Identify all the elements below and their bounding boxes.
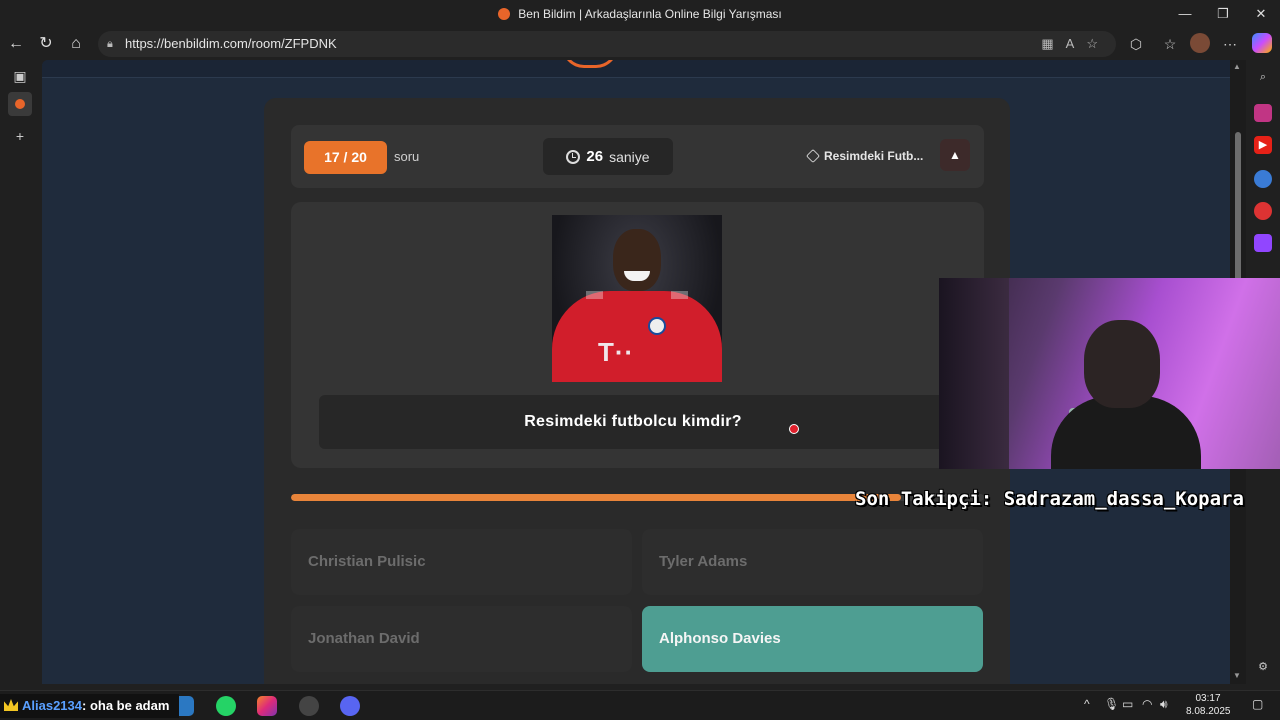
copilot-icon[interactable] [1252, 33, 1272, 53]
question-counter: 17 / 20 [304, 141, 387, 174]
clock-time: 03:17 [1195, 693, 1221, 704]
window-controls: — ❐ ✕ [1166, 0, 1280, 28]
battery-icon[interactable]: ▭ [1122, 697, 1133, 711]
discord-icon[interactable] [340, 696, 360, 716]
chevron-up-icon[interactable]: ^ [1084, 697, 1090, 711]
chat-overlay: Alias2134: oha be adam [0, 694, 180, 718]
new-tab-icon[interactable]: + [8, 124, 32, 148]
instagram-icon[interactable] [1254, 104, 1272, 122]
cam-streamer-head [1084, 320, 1160, 408]
answer-option-3[interactable]: Jonathan David [291, 606, 632, 672]
favorites-icon[interactable]: ☆ [1158, 32, 1182, 56]
address-bar[interactable]: 🔒︎ https://benbildim.com/room/ZFPDNK ▦A☆ [98, 31, 1116, 57]
browser-toolbar: ← ↻ ⌂ 🔒︎ https://benbildim.com/room/ZFPD… [0, 28, 1280, 60]
warning-icon: ▲ [949, 148, 961, 162]
tab-benbildim[interactable] [8, 92, 32, 116]
window-titlebar: Ben Bildim | Arkadaşlarınla Online Bilgi… [0, 0, 1280, 28]
read-aloud-icon[interactable]: A [1066, 36, 1087, 51]
question-image: T·· [552, 215, 722, 382]
tag-icon [805, 148, 821, 164]
category-text: Resimdeki Futb... [824, 149, 924, 163]
photo-jersey [552, 291, 722, 382]
question-panel: T·· Resimdeki futbolcu kimdir? [291, 202, 984, 468]
photo-crest [648, 317, 666, 335]
answer-label: Jonathan David [308, 630, 420, 647]
answer-option-2[interactable]: Tyler Adams [642, 529, 983, 595]
answer-label: Tyler Adams [659, 553, 748, 570]
last-follower-ticker: Son Takipçi: Sadrazam_dassa_Kopara [855, 488, 1244, 510]
cursor-icon [789, 424, 799, 434]
split-screen-icon[interactable]: ▦ [1041, 36, 1065, 51]
question-header: 17 / 20 soru 26 saniye Resimdeki Futb...… [291, 125, 984, 188]
address-bar-actions: ▦A☆ [1041, 31, 1110, 57]
site-logo [562, 60, 618, 68]
home-icon[interactable]: ⌂ [64, 32, 88, 56]
close-button[interactable]: ✕ [1242, 0, 1280, 28]
answer-label: Alphonso Davies [659, 630, 781, 647]
system-tray: ^ 🎙︎ ▭ ◠ 🔊︎ 03:17 8.08.2025 ▢ [1080, 690, 1280, 720]
wifi-icon[interactable]: ◠ [1142, 697, 1152, 711]
answer-label: Christian Pulisic [308, 553, 426, 570]
window-title: Ben Bildim | Arkadaşlarınla Online Bilgi… [518, 7, 782, 21]
time-progress-fill [291, 494, 901, 501]
instagram-icon[interactable] [257, 696, 277, 716]
minimize-button[interactable]: — [1166, 0, 1204, 28]
more-icon[interactable]: ⋯ [1218, 32, 1242, 56]
settings-icon[interactable]: ⚙ [1254, 658, 1272, 676]
photo-face [613, 229, 661, 291]
timer: 26 saniye [543, 138, 673, 175]
cam-background [939, 278, 1009, 469]
whatsapp-icon[interactable] [216, 696, 236, 716]
back-icon[interactable]: ← [4, 32, 28, 56]
question-text-box: Resimdeki futbolcu kimdir? [319, 395, 947, 449]
category-label: Resimdeki Futb... [805, 148, 924, 164]
clock-icon [566, 149, 581, 164]
notification-icon[interactable]: ▢ [1252, 697, 1263, 711]
scrollbar-thumb[interactable] [1235, 132, 1241, 282]
answer-option-1[interactable]: Christian Pulisic [291, 529, 632, 595]
maximize-button[interactable]: ❐ [1204, 0, 1242, 28]
profile-avatar[interactable] [1190, 33, 1210, 53]
refresh-icon[interactable]: ↻ [34, 32, 58, 56]
obs-icon[interactable] [299, 696, 319, 716]
mic-icon[interactable]: 🎙︎ [1104, 697, 1119, 711]
scroll-down-icon[interactable]: ▼ [1233, 671, 1241, 680]
tab-panel-icon[interactable]: ▣ [8, 64, 32, 88]
lock-icon: 🔒︎ [107, 38, 113, 50]
search-icon[interactable]: ⌕ [1254, 68, 1272, 86]
vertical-tabs-rail: ▣ + [0, 60, 40, 690]
photo-sponsor-logo: T·· [598, 337, 635, 367]
taskbar-clock[interactable]: 03:17 8.08.2025 [1186, 692, 1231, 718]
report-button[interactable]: ▲ [940, 139, 970, 171]
site-favicon [498, 8, 511, 20]
app-icon[interactable] [1254, 170, 1272, 188]
site-header [42, 60, 1230, 78]
record-icon[interactable] [1254, 202, 1272, 220]
answer-option-4-correct[interactable]: Alphonso Davies [642, 606, 983, 672]
question-word: soru [394, 149, 420, 164]
chat-username: Alias2134 [22, 698, 82, 713]
youtube-icon[interactable]: ▶ [1254, 136, 1272, 154]
question-text: Resimdeki futbolcu kimdir? [524, 413, 742, 430]
timer-unit: saniye [609, 148, 650, 165]
photo-jersey-stripes [552, 291, 722, 299]
webcam-overlay [939, 278, 1280, 469]
favorite-star-icon[interactable]: ☆ [1086, 36, 1110, 51]
timer-value: 26 [586, 148, 604, 165]
url-text: https://benbildim.com/room/ZFPDNK [125, 36, 337, 51]
volume-icon[interactable]: 🔊︎ [1160, 697, 1168, 712]
crown-icon [4, 699, 18, 711]
clock-date: 8.08.2025 [1186, 706, 1231, 717]
extensions-icon[interactable]: ⬡ [1124, 32, 1148, 56]
twitch-icon[interactable] [1254, 234, 1272, 252]
scroll-up-icon[interactable]: ▲ [1233, 62, 1241, 71]
chat-message: : oha be adam [82, 698, 170, 713]
